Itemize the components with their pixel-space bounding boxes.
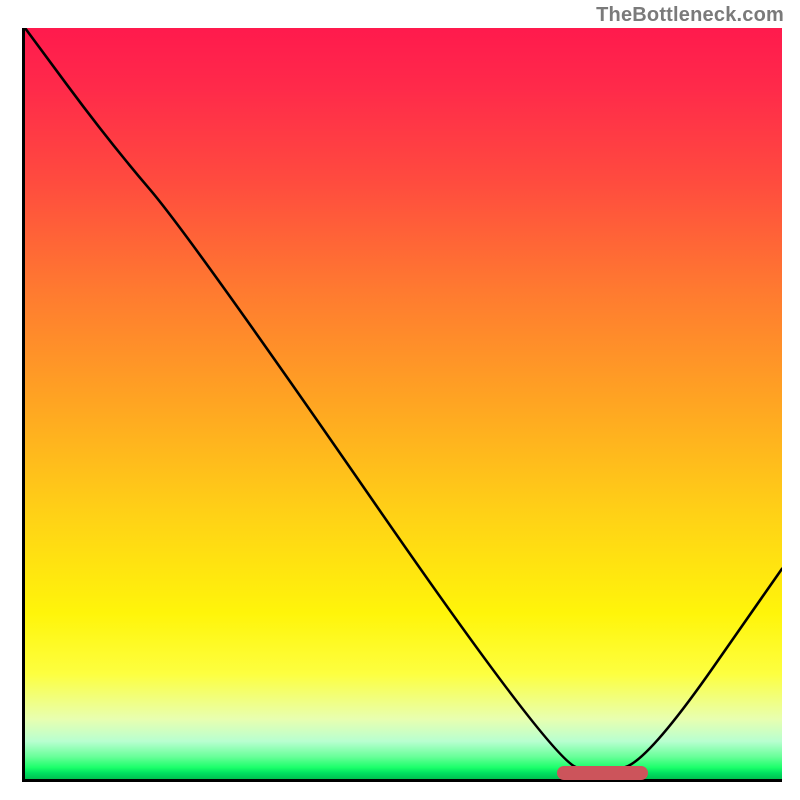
bottleneck-chart: TheBottleneck.com <box>0 0 800 800</box>
bottleneck-curve-line <box>25 28 782 770</box>
watermark-text: TheBottleneck.com <box>596 4 784 27</box>
sweet-spot-marker <box>557 766 648 780</box>
curve-layer <box>25 28 782 779</box>
plot-area <box>22 28 782 782</box>
